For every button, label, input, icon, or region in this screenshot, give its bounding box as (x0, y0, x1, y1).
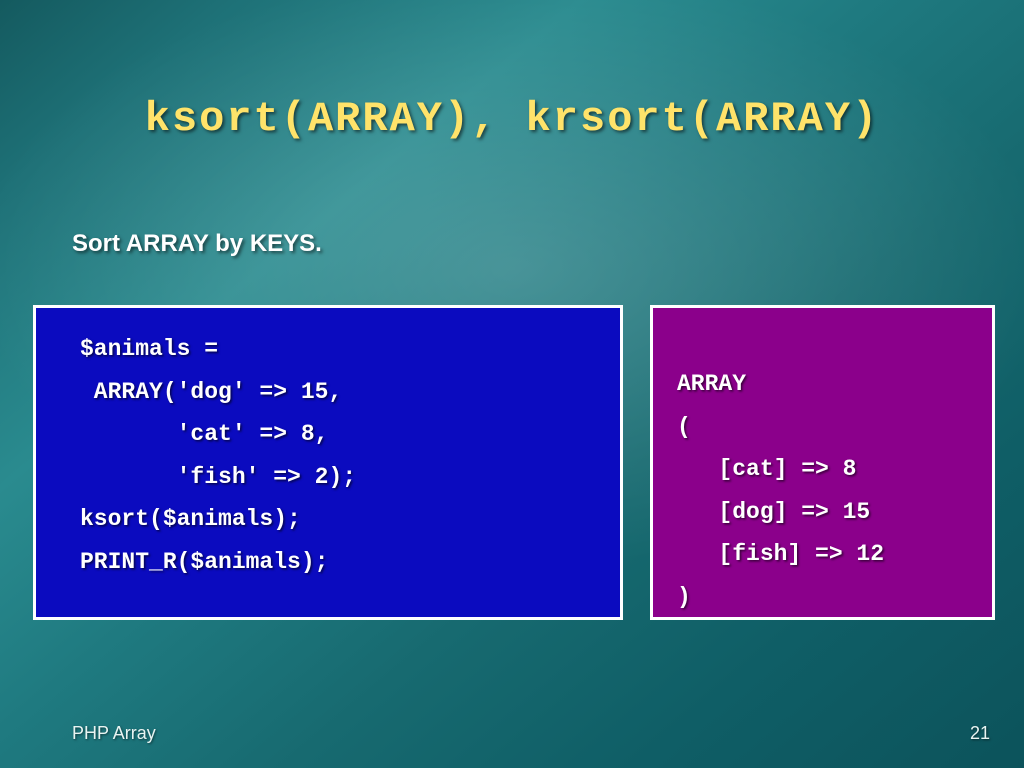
code-block-input: $animals = ARRAY('dog' => 15, 'cat' => 8… (33, 305, 623, 620)
code-block-output: ARRAY ( [cat] => 8 [dog] => 15 [fish] =>… (650, 305, 995, 620)
slide-title: ksort(ARRAY), krsort(ARRAY) (0, 95, 1024, 143)
slide-subtitle: Sort ARRAY by KEYS. (72, 230, 322, 258)
page-number: 21 (970, 723, 990, 744)
footer-label: PHP Array (72, 723, 156, 744)
